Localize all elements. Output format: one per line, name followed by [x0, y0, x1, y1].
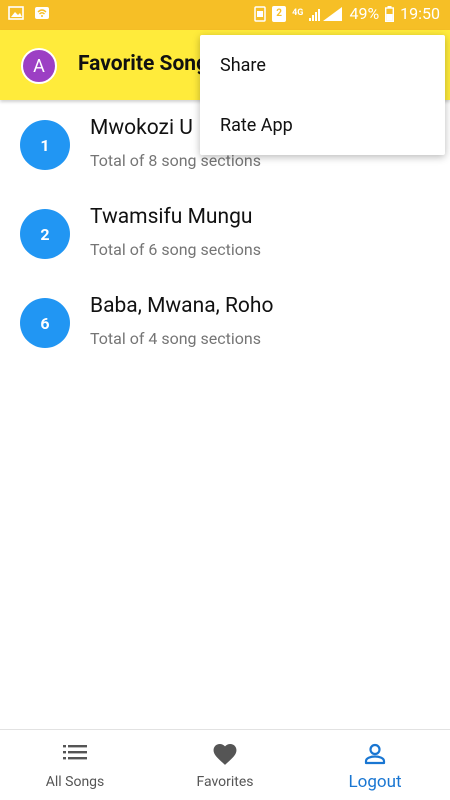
menu-item-share[interactable]: Share: [200, 35, 445, 95]
wifi-icon: [34, 6, 50, 20]
status-bar: 2 4G 49% 19:50: [0, 0, 450, 30]
nav-all-songs-label: All Songs: [45, 774, 105, 790]
bottom-navigation: All Songs Favorites Logout: [0, 729, 450, 800]
song-number-badge: 2: [20, 209, 70, 259]
signal-icon: [309, 6, 343, 22]
nav-all-songs[interactable]: All Songs: [0, 730, 150, 800]
nav-logout-label: Logout: [348, 772, 402, 792]
avatar[interactable]: A: [21, 48, 57, 84]
song-number-badge: 6: [20, 298, 70, 348]
nav-favorites[interactable]: Favorites: [150, 730, 300, 800]
network-type-label: 4G: [292, 8, 304, 18]
list-item[interactable]: 6 Baba, Mwana, Roho Total of 4 song sect…: [0, 278, 450, 367]
battery-icon: [385, 5, 395, 22]
song-title: Mwokozi U: [90, 116, 193, 140]
menu-item-rate-app[interactable]: Rate App: [200, 95, 445, 155]
clock-time: 19:50: [400, 4, 440, 23]
song-title: Twamsifu Mungu: [90, 205, 253, 229]
song-sections-count: Total of 6 song sections: [90, 240, 261, 259]
image-icon: [8, 6, 24, 20]
list-icon: [63, 742, 87, 766]
song-number-badge: 1: [20, 120, 70, 170]
battery-percent: 49%: [349, 4, 380, 23]
sim-icon: [254, 5, 266, 22]
overflow-menu: Share Rate App: [200, 35, 445, 155]
heart-icon: [212, 742, 239, 770]
nav-logout[interactable]: Logout: [300, 730, 450, 800]
person-icon: [363, 742, 387, 770]
song-sections-count: Total of 4 song sections: [90, 329, 261, 348]
song-title: Baba, Mwana, Roho: [90, 294, 274, 318]
page-title: Favorite Songs: [78, 52, 219, 76]
nav-favorites-label: Favorites: [196, 774, 254, 790]
sim-slot-badge: 2: [272, 5, 287, 22]
list-item[interactable]: 2 Twamsifu Mungu Total of 6 song section…: [0, 189, 450, 278]
